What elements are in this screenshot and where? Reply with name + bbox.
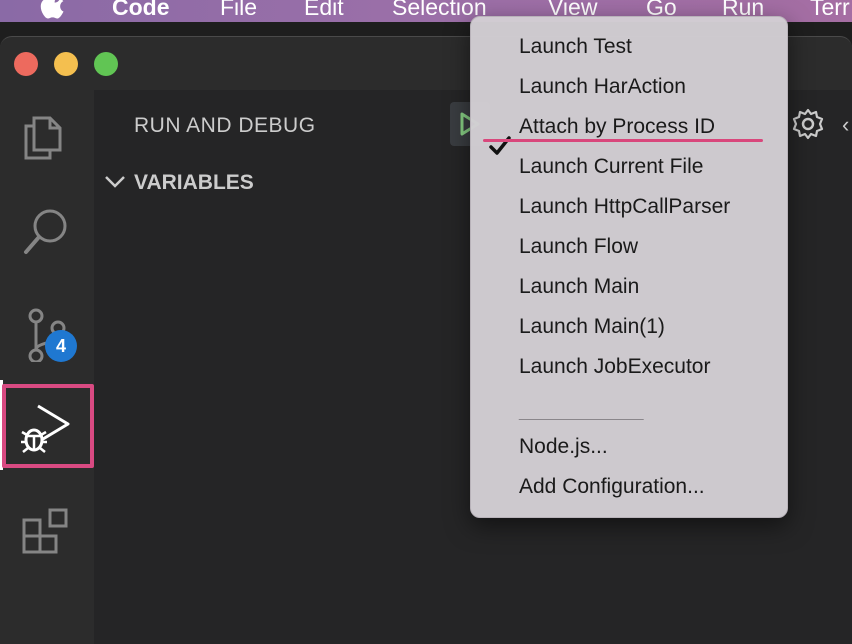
add-configuration-item[interactable]: Add Configuration...: [519, 469, 705, 505]
activity-source-control[interactable]: [0, 286, 94, 376]
config-launch-haraction[interactable]: Launch HarAction: [519, 69, 686, 105]
menu-terminal[interactable]: Terr: [810, 0, 850, 21]
variables-section-title: VARIABLES: [134, 171, 254, 194]
annotation-highlight-box: [2, 384, 94, 468]
config-launch-test[interactable]: Launch Test: [519, 29, 632, 65]
config-launch-current-file[interactable]: Launch Current File: [519, 149, 703, 185]
menu-file[interactable]: File: [220, 0, 257, 21]
scm-changes-badge: 4: [45, 330, 77, 362]
chevron-down-icon: [105, 176, 125, 188]
activity-bar: [0, 90, 94, 644]
extensions-icon: [22, 508, 68, 554]
menu-app-name[interactable]: Code: [112, 0, 170, 21]
zoom-window-button[interactable]: [94, 52, 118, 76]
activity-explorer[interactable]: [0, 90, 94, 180]
debug-configuration-dropdown: Launch Test Launch HarAction Attach by P…: [470, 16, 788, 518]
menu-edit[interactable]: Edit: [304, 0, 344, 21]
sidebar-title: RUN AND DEBUG: [134, 114, 316, 137]
search-icon: [24, 209, 67, 254]
config-launch-main-1[interactable]: Launch Main(1): [519, 309, 665, 345]
activity-extensions[interactable]: [0, 480, 94, 570]
config-launch-jobexecutor[interactable]: Launch JobExecutor: [519, 349, 710, 385]
config-nodejs[interactable]: Node.js...: [519, 429, 608, 465]
config-launch-main[interactable]: Launch Main: [519, 269, 639, 305]
more-actions-icon[interactable]: ‹: [842, 112, 849, 138]
annotation-underline: [483, 139, 763, 142]
apple-logo-icon[interactable]: [40, 0, 70, 22]
menu-separator: ______________: [519, 404, 644, 421]
minimize-window-button[interactable]: [54, 52, 78, 76]
gear-icon[interactable]: [792, 108, 824, 140]
close-window-button[interactable]: [14, 52, 38, 76]
config-launch-flow[interactable]: Launch Flow: [519, 229, 638, 265]
activity-search[interactable]: [0, 186, 94, 276]
files-icon: [24, 116, 62, 160]
config-launch-httpcallparser[interactable]: Launch HttpCallParser: [519, 189, 730, 225]
